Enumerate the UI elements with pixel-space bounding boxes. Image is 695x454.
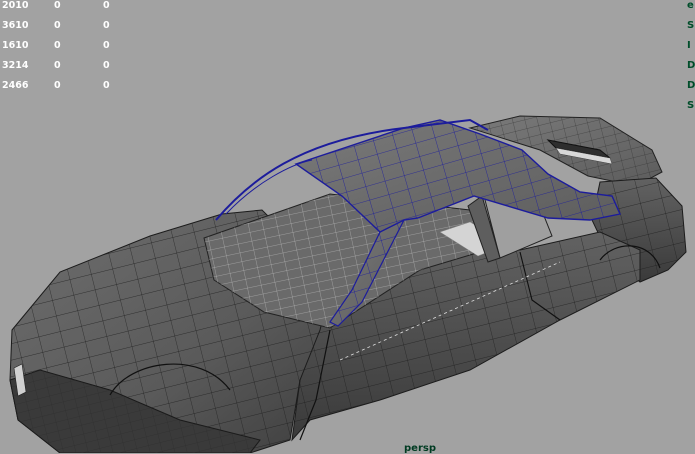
hud-right-label: S (687, 20, 695, 31)
hud-right-label: S (687, 100, 695, 111)
hud-right-label: I (687, 40, 691, 51)
hud-value: 0 (103, 20, 110, 31)
hud-right-label: e (687, 0, 694, 11)
hud-value: 0 (54, 20, 61, 31)
hud-value: 0 (103, 40, 110, 51)
hud-right-labels: e S I D D S (687, 0, 695, 120)
hud-value: 0 (103, 60, 110, 71)
hud-right-label: D (687, 60, 695, 71)
hud-value: 2010 (2, 0, 29, 11)
hud-value: 3610 (2, 20, 29, 31)
camera-name-label: persp (404, 443, 436, 454)
hud-value: 0 (54, 60, 61, 71)
hud-value: 0 (103, 80, 110, 91)
hud-value: 0 (54, 80, 61, 91)
hud-value: 3214 (2, 60, 29, 71)
hud-value: 0 (54, 40, 61, 51)
hud-value: 0 (103, 0, 110, 11)
hud-value: 2466 (2, 80, 29, 91)
hud-right-label: D (687, 80, 695, 91)
hud-value: 1610 (2, 40, 29, 51)
hud-value: 0 (54, 0, 61, 11)
